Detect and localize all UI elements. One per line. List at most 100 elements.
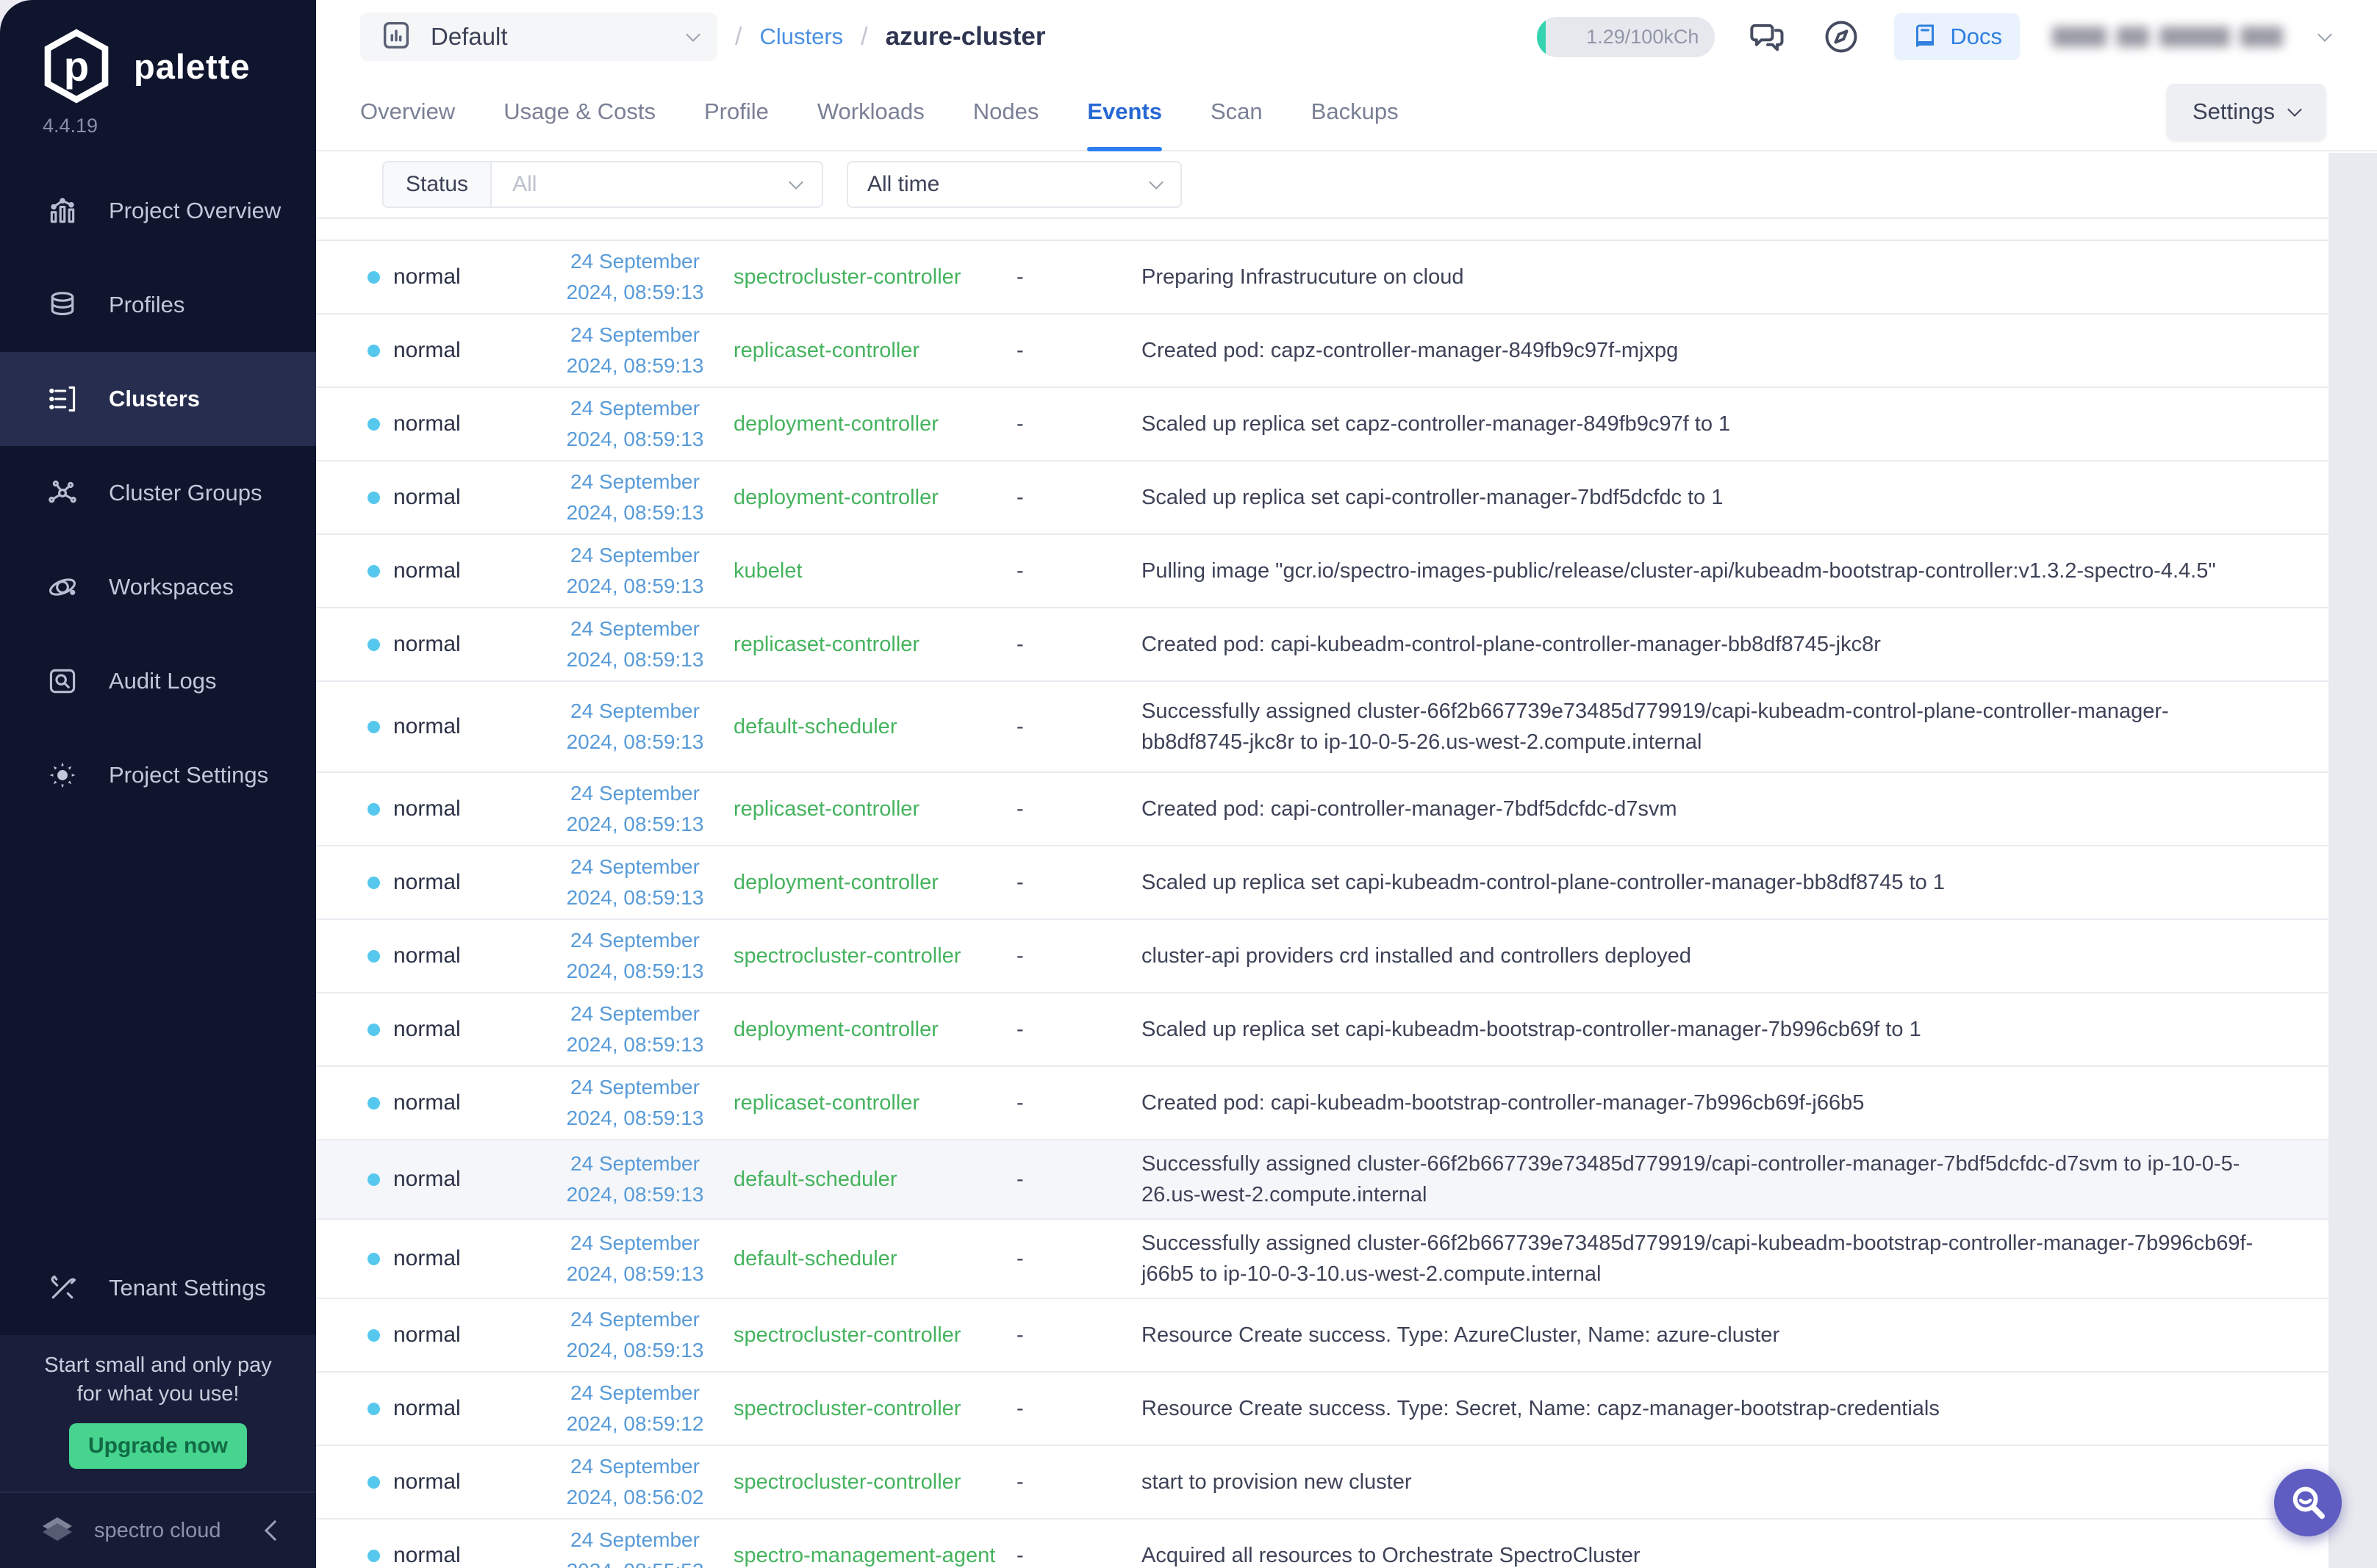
event-row[interactable]: normal 24 September2024, 08:59:13 spectr… [316, 920, 2328, 993]
event-timestamp: 24 September2024, 08:59:12 [537, 1378, 734, 1439]
event-row[interactable]: normal 24 September2024, 08:59:13 replic… [316, 314, 2328, 388]
event-involved-object: - [1017, 1544, 1141, 1568]
event-row[interactable]: normal 24 September2024, 08:59:12 spectr… [316, 1373, 2328, 1446]
tab-workloads[interactable]: Workloads [817, 73, 925, 150]
sidebar-item-project-overview[interactable]: Project Overview [0, 164, 316, 258]
app-version: 4.4.19 [43, 115, 98, 137]
tab-profile[interactable]: Profile [704, 73, 769, 150]
event-row[interactable]: normal 24 September2024, 08:59:13 defaul… [316, 682, 2328, 773]
status-dot-icon [368, 1173, 380, 1186]
tab-events[interactable]: Events [1087, 73, 1162, 150]
time-range-select[interactable]: All time [847, 161, 1182, 208]
event-source: deployment-controller [734, 409, 1017, 439]
breadcrumb-separator: / [735, 23, 742, 51]
docs-button[interactable]: Docs [1894, 13, 2020, 60]
event-involved-object: - [1017, 715, 1141, 739]
event-message: Created pod: capi-controller-manager-7bd… [1141, 794, 2270, 824]
breadcrumb-clusters-link[interactable]: Clusters [759, 24, 843, 50]
promo-line1: Start small and only pay [0, 1351, 316, 1380]
event-status: normal [393, 485, 461, 510]
event-timestamp: 24 September2024, 08:59:13 [537, 540, 734, 602]
event-status: normal [393, 632, 461, 657]
event-row[interactable]: normal 24 September2024, 08:59:13 deploy… [316, 461, 2328, 535]
event-message: Acquired all resources to Orchestrate Sp… [1141, 1540, 2270, 1568]
sidebar-menu: Project Overview Profiles Clusters Clust… [0, 164, 316, 822]
status-filter-select[interactable]: All [492, 162, 822, 206]
event-row[interactable]: normal 24 September2024, 08:59:13 kubele… [316, 535, 2328, 608]
breadcrumb-separator: / [861, 23, 867, 51]
project-selector[interactable]: Default [360, 12, 717, 61]
status-dot-icon [368, 721, 380, 733]
status-dot-icon [368, 1024, 380, 1036]
sidebar-item-project-settings[interactable]: Project Settings [0, 728, 316, 822]
event-source: spectrocluster-controller [734, 1394, 1017, 1423]
footer-brand: spectro cloud [94, 1519, 250, 1543]
sidebar-item-workspaces[interactable]: Workspaces [0, 540, 316, 634]
user-menu-chevron-icon[interactable] [2317, 27, 2332, 42]
event-row[interactable]: normal 24 September2024, 08:59:13 spectr… [316, 1299, 2328, 1373]
event-row[interactable]: normal 24 September2024, 08:59:13 defaul… [316, 1140, 2328, 1220]
tab-usage-costs[interactable]: Usage & Costs [503, 73, 656, 150]
sidebar-item-tenant-settings[interactable]: Tenant Settings [0, 1241, 316, 1335]
top-bar: Default / Clusters / azure-cluster 1.29/… [316, 0, 2377, 73]
settings-button[interactable]: Settings [2167, 84, 2326, 140]
usage-value: 1.29/100kCh [1586, 26, 1699, 48]
feedback-chat-icon[interactable] [1747, 16, 1788, 57]
scrollbar-track[interactable] [2328, 153, 2377, 1568]
event-timestamp: 24 September2024, 08:59:13 [537, 614, 734, 675]
event-source: replicaset-controller [734, 336, 1017, 365]
event-timestamp: 24 September2024, 08:59:13 [537, 246, 734, 308]
event-status: normal [393, 1246, 461, 1271]
sidebar-item-cluster-groups[interactable]: Cluster Groups [0, 446, 316, 540]
event-row[interactable]: normal 24 September2024, 08:59:13 deploy… [316, 993, 2328, 1067]
event-row[interactable]: normal 24 September2024, 08:56:02 spectr… [316, 1446, 2328, 1520]
event-message: Created pod: capi-kubeadm-control-plane-… [1141, 629, 2270, 660]
status-dot-icon [368, 1097, 380, 1110]
tab-nodes[interactable]: Nodes [973, 73, 1039, 150]
event-row[interactable]: normal 24 September2024, 08:59:13 spectr… [316, 241, 2328, 314]
sidebar-item-clusters[interactable]: Clusters [0, 352, 316, 446]
sidebar-item-label: Audit Logs [109, 668, 217, 694]
status-dot-icon [368, 877, 380, 889]
upgrade-now-button[interactable]: Upgrade now [69, 1423, 247, 1469]
status-filter-value: All [512, 172, 537, 197]
cluster-tabs-bar: Overview Usage & Costs Profile Workloads… [316, 73, 2377, 151]
orbit-icon [46, 570, 79, 604]
chevron-down-icon [789, 175, 803, 190]
event-status: normal [393, 870, 461, 895]
status-dot-icon [368, 1476, 380, 1489]
tab-backups[interactable]: Backups [1311, 73, 1399, 150]
chevron-down-icon [686, 27, 700, 42]
event-involved-object: - [1017, 412, 1141, 436]
event-row[interactable]: normal 24 September2024, 08:59:13 replic… [316, 608, 2328, 682]
event-timestamp: 24 September2024, 08:55:52 [537, 1525, 734, 1568]
sidebar-item-label: Tenant Settings [109, 1275, 266, 1301]
sidebar-item-profiles[interactable]: Profiles [0, 258, 316, 352]
explore-compass-icon[interactable] [1821, 16, 1862, 57]
tab-scan[interactable]: Scan [1211, 73, 1263, 150]
search-fab-button[interactable] [2274, 1469, 2342, 1536]
event-message: Scaled up replica set capi-kubeadm-boots… [1141, 1014, 2270, 1045]
event-row[interactable]: normal 24 September2024, 08:59:13 replic… [316, 773, 2328, 846]
event-row[interactable]: normal 24 September2024, 08:59:13 replic… [316, 1067, 2328, 1140]
event-status: normal [393, 338, 461, 363]
event-status: normal [393, 558, 461, 583]
user-account-redacted[interactable] [2052, 26, 2283, 47]
collapse-sidebar-icon[interactable] [265, 1520, 285, 1541]
audit-icon [46, 664, 79, 698]
event-row[interactable]: normal 24 September2024, 08:55:52 spectr… [316, 1520, 2328, 1568]
event-involved-object: - [1017, 486, 1141, 510]
clusters-icon [46, 382, 79, 416]
event-status: normal [393, 1167, 461, 1192]
status-filter-label: Status [384, 162, 492, 206]
event-message: Successfully assigned cluster-66f2b66773… [1141, 696, 2270, 758]
event-row[interactable]: normal 24 September2024, 08:59:13 defaul… [316, 1220, 2328, 1299]
event-message: Successfully assigned cluster-66f2b66773… [1141, 1228, 2270, 1290]
event-involved-object: - [1017, 1018, 1141, 1042]
tab-overview[interactable]: Overview [360, 73, 455, 150]
event-row[interactable]: normal 24 September2024, 08:59:13 deploy… [316, 846, 2328, 920]
sidebar-item-audit-logs[interactable]: Audit Logs [0, 634, 316, 728]
event-timestamp: 24 September2024, 08:59:13 [537, 467, 734, 528]
event-status: normal [393, 411, 461, 436]
event-row[interactable]: normal 24 September2024, 08:59:13 deploy… [316, 388, 2328, 461]
